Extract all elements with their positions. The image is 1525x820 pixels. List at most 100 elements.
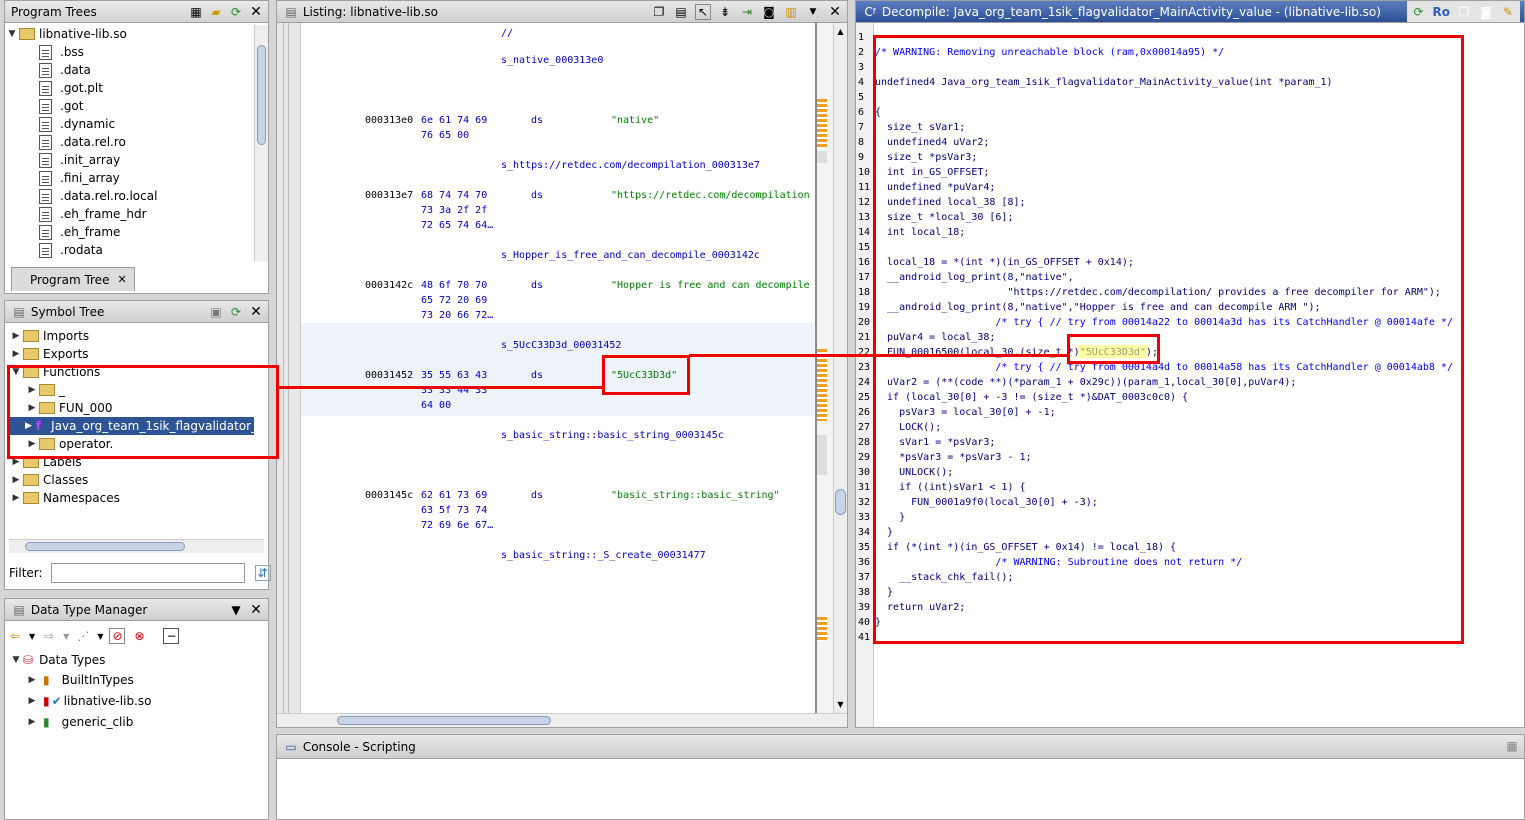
code-line[interactable]: __android_log_print(8,"native","Hopper i… [875, 300, 1321, 315]
listing-mnemonic[interactable]: ds [531, 490, 543, 501]
open-folder-icon[interactable]: ▰ [208, 4, 224, 20]
code-line[interactable]: if (*(int *)(in_GS_OFFSET + 0x14) != loc… [875, 540, 1176, 555]
listing-mnemonic[interactable]: ds [531, 370, 543, 381]
refresh-icon[interactable]: ⟳ [1411, 4, 1427, 20]
code-line[interactable]: if ((int)sVar1 < 1) { [875, 480, 1025, 495]
layout-icon[interactable]: ▥ [783, 4, 799, 20]
code-line[interactable]: if (local_30[0] + -3 != (size_t *)&DAT_0… [875, 390, 1188, 405]
program-tree-scrollbar[interactable] [254, 25, 268, 261]
collapse-all-icon[interactable]: − [163, 628, 180, 644]
listing-mnemonic[interactable]: ds [531, 190, 543, 201]
tree-item-section[interactable]: .data.rel.ro [5, 133, 254, 151]
listing-label[interactable]: // [501, 28, 513, 39]
tree-item-underscore[interactable]: ▶ _ [9, 381, 254, 399]
code-line[interactable]: undefined *puVar4; [875, 180, 995, 195]
program-tree-tab[interactable]: Program Tree ✕ [11, 267, 135, 291]
filter-options-icon[interactable]: ⇵ [254, 565, 271, 581]
tree-item-section[interactable]: .data [5, 61, 254, 79]
listing-vscroll[interactable]: ▲ ▼ [833, 23, 847, 713]
code-line[interactable]: size_t *psVar3; [875, 150, 977, 165]
listing-operand[interactable]: "basic_string::basic_string" [611, 490, 780, 501]
code-line[interactable]: __stack_chk_fail(); [875, 570, 1013, 585]
tree-item-imports[interactable]: ▶ Imports [9, 327, 254, 345]
tree-item-libnative[interactable]: ▶ ▮ ✔ libnative-lib.so [9, 690, 254, 711]
code-line[interactable]: psVar3 = local_30[0] + -1; [875, 405, 1056, 420]
listing-label[interactable]: s_basic_string::basic_string_0003145c [501, 430, 724, 441]
code-line[interactable]: undefined4 uVar2; [875, 135, 989, 150]
listing-bytes[interactable]: 48 6f 70 70 [421, 280, 487, 291]
copy-icon[interactable]: ❐ [1456, 4, 1472, 20]
listing-bytes[interactable]: 63 5f 73 74 [421, 505, 487, 516]
listing-bytes[interactable]: 73 20 66 72… [421, 310, 493, 321]
diff-icon[interactable]: ⇥ [739, 4, 755, 20]
code-line[interactable]: local_18 = *(int *)(in_GS_OFFSET + 0x14)… [875, 255, 1134, 270]
tree-item-section[interactable]: .got.plt [5, 79, 254, 97]
refresh-icon[interactable]: ⟳ [228, 4, 244, 20]
listing-mnemonic[interactable]: ds [531, 280, 543, 291]
snapshot-icon[interactable]: ◙ [761, 4, 777, 20]
listing-address[interactable]: 0003142c [365, 280, 413, 291]
read-only-label[interactable]: Ro [1433, 5, 1450, 19]
snapshot-icon[interactable]: ◙ [1478, 4, 1494, 20]
close-icon[interactable]: ✕ [827, 4, 843, 20]
code-line[interactable]: } [875, 615, 881, 630]
listing-operand[interactable]: "native" [611, 115, 659, 126]
edit-signature-icon[interactable]: ✎ [1500, 4, 1516, 20]
code-line[interactable]: sVar1 = *psVar3; [875, 435, 995, 450]
symbol-tree-hscroll[interactable] [9, 539, 264, 553]
listing-label[interactable]: s_5UcC33D3d_00031452 [501, 340, 621, 351]
decompile-content[interactable]: /* WARNING: Removing unreachable block (… [875, 23, 1524, 727]
code-line[interactable]: { [875, 105, 881, 120]
code-line[interactable]: FUN_00016500(local_30,(size_t *)"5UcC33D… [875, 345, 1158, 360]
close-icon[interactable]: ✕ [248, 4, 264, 20]
code-line[interactable]: } [875, 525, 893, 540]
field-navigator-icon[interactable]: ⇟ [717, 4, 733, 20]
code-line[interactable]: FUN_0001a9f0(local_30[0] + -3); [875, 495, 1098, 510]
listing-label[interactable]: s_native_000313e0 [501, 55, 603, 66]
code-line[interactable]: } [875, 510, 905, 525]
tree-item-section[interactable]: .bss [5, 43, 254, 61]
tree-item-section[interactable]: .eh_frame_hdr [5, 205, 254, 223]
listing-mnemonic[interactable]: ds [531, 115, 543, 126]
listing-label[interactable]: s_basic_string::_S_create_00031477 [501, 550, 706, 561]
code-line[interactable]: LOCK(); [875, 420, 941, 435]
tree-item-section[interactable]: .fini_array [5, 169, 254, 187]
listing-label[interactable]: s_https://retdec.com/decompilation_00031… [501, 160, 760, 171]
code-line[interactable]: __android_log_print(8,"native", [875, 270, 1074, 285]
code-line[interactable]: *psVar3 = *psVar3 - 1; [875, 450, 1031, 465]
listing-hscroll[interactable] [277, 713, 847, 727]
listing-bytes[interactable]: 64 00 [421, 400, 451, 411]
listing-address[interactable]: 000313e7 [365, 190, 413, 201]
menu-dropdown-icon[interactable]: ▼ [228, 602, 244, 618]
forward-arrow-icon[interactable]: ⇨ [41, 628, 57, 644]
filter-input[interactable] [50, 563, 245, 583]
code-line[interactable]: size_t *local_30 [6]; [875, 210, 1013, 225]
listing-bytes[interactable]: 72 65 74 64… [421, 220, 493, 231]
tree-item-section[interactable]: .dynamic [5, 115, 254, 133]
tree-item-classes[interactable]: ▶ Classes [9, 471, 254, 489]
code-line[interactable]: } [875, 585, 893, 600]
listing-bytes[interactable]: 73 3a 2f 2f [421, 205, 487, 216]
listing-bytes[interactable]: 65 72 20 69 [421, 295, 487, 306]
filter-disable-icon[interactable]: ⊘ [109, 628, 126, 644]
listing-content[interactable]: // s_native_000313e0 000313e0 6e 61 74 69 ds… [301, 23, 814, 713]
code-line[interactable]: undefined4 Java_org_team_1sik_flagvalida… [875, 75, 1333, 90]
code-line[interactable]: undefined local_38 [8]; [875, 195, 1025, 210]
listing-operand[interactable]: "5UcC33D3d" [611, 370, 677, 381]
tree-item-namespaces[interactable]: ▶ Namespaces [9, 489, 254, 507]
code-line[interactable]: int in_GS_OFFSET; [875, 165, 989, 180]
new-tree-icon[interactable]: ▦ [188, 4, 204, 20]
tree-item-data-types[interactable]: ▼ ⛁ Data Types [9, 651, 254, 669]
code-line[interactable]: /* try { // try from 00014a4d to 00014a5… [875, 360, 1453, 375]
listing-bytes[interactable]: 76 65 00 [421, 130, 469, 141]
tab-close-icon[interactable]: ✕ [117, 273, 126, 286]
tree-item-exports[interactable]: ▶ Exports [9, 345, 254, 363]
code-line[interactable]: int local_18; [875, 225, 965, 240]
tree-item-java-function[interactable]: ▶ f Java_org_team_1sik_flagvalidator_M [9, 417, 254, 435]
listing-bytes[interactable]: 33 33 44 33 [421, 385, 487, 396]
listing-label[interactable]: s_Hopper_is_free_and_can_decompile_00031… [501, 250, 760, 261]
listing-overview-bar[interactable] [817, 23, 833, 713]
code-line[interactable]: size_t sVar1; [875, 120, 965, 135]
filter-array-icon[interactable]: ⊗ [131, 628, 147, 644]
code-line[interactable]: /* WARNING: Removing unreachable block (… [875, 45, 1224, 60]
